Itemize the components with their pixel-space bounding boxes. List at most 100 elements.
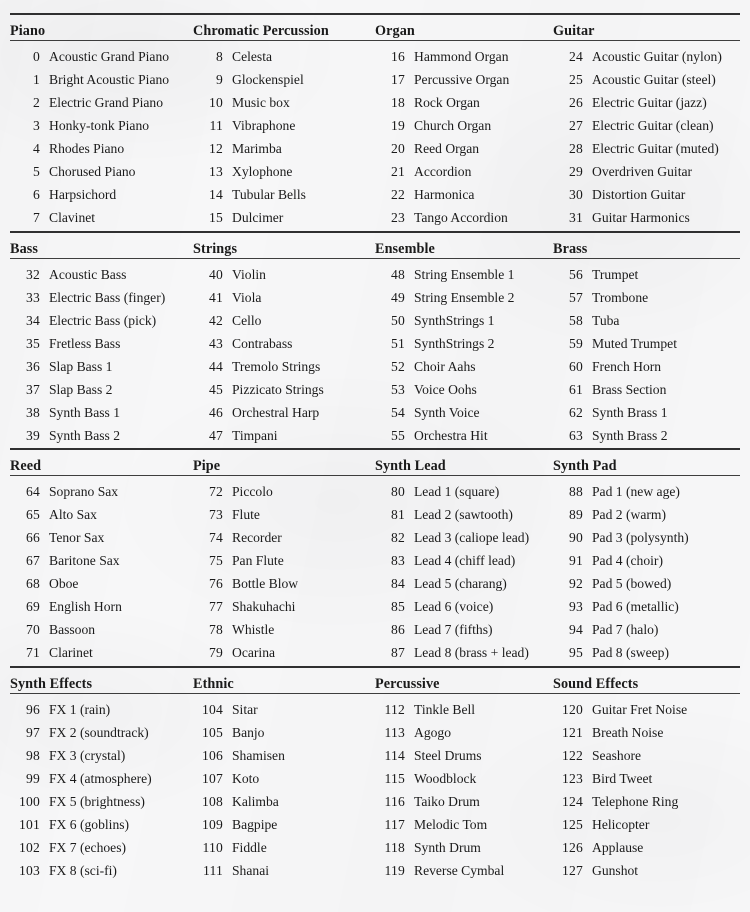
instrument-entry: 127 Gunshot — [553, 863, 740, 878]
instrument-name: Hammond Organ — [414, 49, 509, 64]
category-header: Chromatic Percussion — [193, 23, 329, 39]
program-number: 114 — [384, 747, 405, 763]
instrument-entry: 61 Brass Section — [553, 382, 740, 397]
instrument-name: Harpsichord — [49, 187, 117, 202]
instrument-name: Rhodes Piano — [49, 141, 125, 156]
category-header: Bass — [10, 240, 38, 257]
program-number: 66 — [26, 530, 40, 545]
instrument-name: Violin — [232, 266, 266, 282]
program-number: 73 — [209, 507, 223, 522]
program-number: 39 — [26, 427, 40, 443]
program-number: 94 — [569, 622, 583, 637]
instrument-name: Harmonica — [414, 187, 475, 202]
instrument-name: Distortion Guitar — [592, 187, 686, 202]
instrument-name: Acoustic Guitar (steel) — [592, 72, 716, 87]
instrument-entry: 18 Rock Organ — [375, 95, 553, 110]
instrument-name: Slap Bass 1 — [49, 358, 113, 374]
instrument-name: Pad 6 (metallic) — [592, 599, 679, 614]
block-top-rule — [10, 665, 740, 668]
program-number: 65 — [26, 507, 40, 522]
instrument-entry: 57 Trombone — [553, 290, 740, 305]
instrument-entry: 8 Celesta — [193, 49, 375, 64]
program-number: 31 — [569, 210, 583, 225]
program-number: 41 — [209, 289, 223, 305]
instrument-entry: 112 Tinkle Bell — [375, 702, 553, 717]
instrument-entry: 63 Synth Brass 2 — [553, 428, 740, 443]
program-number: 51 — [391, 335, 405, 351]
instrument-name: Lead 1 (square) — [414, 484, 500, 499]
table-row: 34 Electric Bass (pick) 42 Cello 50 SynthStri… — [10, 309, 740, 332]
instrument-name: Acoustic Grand Piano — [49, 49, 170, 64]
instrument-name: Synth Bass 1 — [49, 404, 121, 420]
program-number: 74 — [209, 530, 223, 545]
instrument-name: Guitar Fret Noise — [592, 701, 688, 717]
instrument-name: Flute — [232, 507, 260, 522]
instrument-entry: 31 Guitar Harmonics — [553, 210, 740, 225]
instrument-name: Electric Guitar (muted) — [592, 141, 719, 156]
instrument-name: Timpani — [232, 427, 278, 443]
instrument-entry: 35 Fretless Bass — [10, 336, 193, 351]
instrument-name: Lead 8 (brass + lead) — [414, 645, 529, 660]
instrument-entry: 4 Rhodes Piano — [10, 141, 193, 156]
instrument-entry: 76 Bottle Blow — [193, 576, 375, 591]
instrument-entry: 33 Electric Bass (finger) — [10, 290, 193, 305]
instrument-entry: 3 Honky-tonk Piano — [10, 118, 193, 133]
program-number: 58 — [569, 312, 583, 328]
program-number: 80 — [391, 484, 405, 499]
instrument-name: Celesta — [232, 49, 273, 64]
program-number: 7 — [33, 210, 40, 225]
instrument-entry: 90 Pad 3 (polysynth) — [553, 530, 740, 545]
instrument-entry: 12 Marimba — [193, 141, 375, 156]
instrument-entry: 101 FX 6 (goblins) — [10, 817, 193, 832]
instrument-name: Lead 5 (charang) — [414, 576, 507, 591]
program-number: 27 — [569, 118, 583, 133]
program-number: 19 — [391, 118, 405, 133]
program-number: 12 — [209, 141, 223, 156]
midi-patch-map-page: Piano Chromatic Percussion Organ Guitar 0 Aco… — [0, 0, 750, 912]
program-number: 68 — [26, 576, 40, 591]
instrument-name: String Ensemble 1 — [414, 266, 515, 282]
program-number: 9 — [216, 72, 223, 87]
instrument-entry: 38 Synth Bass 1 — [10, 405, 193, 420]
instrument-entry: 56 Trumpet — [553, 267, 740, 282]
instrument-entry: 65 Alto Sax — [10, 507, 193, 522]
program-number: 54 — [391, 404, 405, 420]
instrument-entry: 51 SynthStrings 2 — [375, 336, 553, 351]
instrument-name: Tremolo Strings — [232, 358, 321, 374]
instrument-entry: 29 Overdriven Guitar — [553, 164, 740, 179]
instrument-entry: 48 String Ensemble 1 — [375, 267, 553, 282]
program-number: 52 — [391, 358, 405, 374]
instrument-name: Pad 1 (new age) — [592, 484, 680, 499]
instrument-entry: 59 Muted Trumpet — [553, 336, 740, 351]
instrument-name: Synth Brass 1 — [592, 404, 668, 420]
table-row: 103 FX 8 (sci-fi) 111 Shanai 119 Reverse Cymb… — [10, 859, 740, 882]
category-header: Synth Pad — [553, 458, 617, 474]
program-number: 15 — [209, 210, 223, 225]
instrument-entry: 98 FX 3 (crystal) — [10, 748, 193, 763]
instrument-entry: 53 Voice Oohs — [375, 382, 553, 397]
program-number: 110 — [202, 839, 223, 855]
instrument-name: Synth Brass 2 — [592, 427, 668, 443]
table-row: 98 FX 3 (crystal) 106 Shamisen 114 Steel Drum… — [10, 744, 740, 767]
program-number: 17 — [391, 72, 405, 87]
instrument-block: Synth Effects Ethnic Percussive Sound Effec… — [10, 665, 740, 882]
table-row: 99 FX 4 (atmosphere) 107 Koto 115 Woodblock 12… — [10, 767, 740, 790]
instrument-entry: 67 Baritone Sax — [10, 553, 193, 568]
instrument-name: FX 1 (rain) — [49, 701, 111, 717]
instrument-name: Banjo — [232, 724, 265, 740]
instrument-entry: 83 Lead 4 (chiff lead) — [375, 553, 553, 568]
program-number: 43 — [209, 335, 223, 351]
program-number: 45 — [209, 381, 223, 397]
table-row: 37 Slap Bass 2 45 Pizzicato Strings 53 Voice … — [10, 378, 740, 401]
block-header-row: Synth Effects Ethnic Percussive Sound Effec… — [10, 668, 740, 693]
instrument-entry: 82 Lead 3 (caliope lead) — [375, 530, 553, 545]
instrument-name: Electric Bass (pick) — [49, 312, 157, 328]
instrument-name: Pad 5 (bowed) — [592, 576, 672, 591]
program-number: 84 — [391, 576, 405, 591]
instrument-name: SynthStrings 1 — [414, 312, 495, 328]
instrument-entry: 72 Piccolo — [193, 484, 375, 499]
instrument-name: Tenor Sax — [49, 530, 105, 545]
instrument-entry: 113 Agogo — [375, 725, 553, 740]
program-number: 98 — [26, 747, 40, 763]
instrument-name: Soprano Sax — [49, 484, 119, 499]
